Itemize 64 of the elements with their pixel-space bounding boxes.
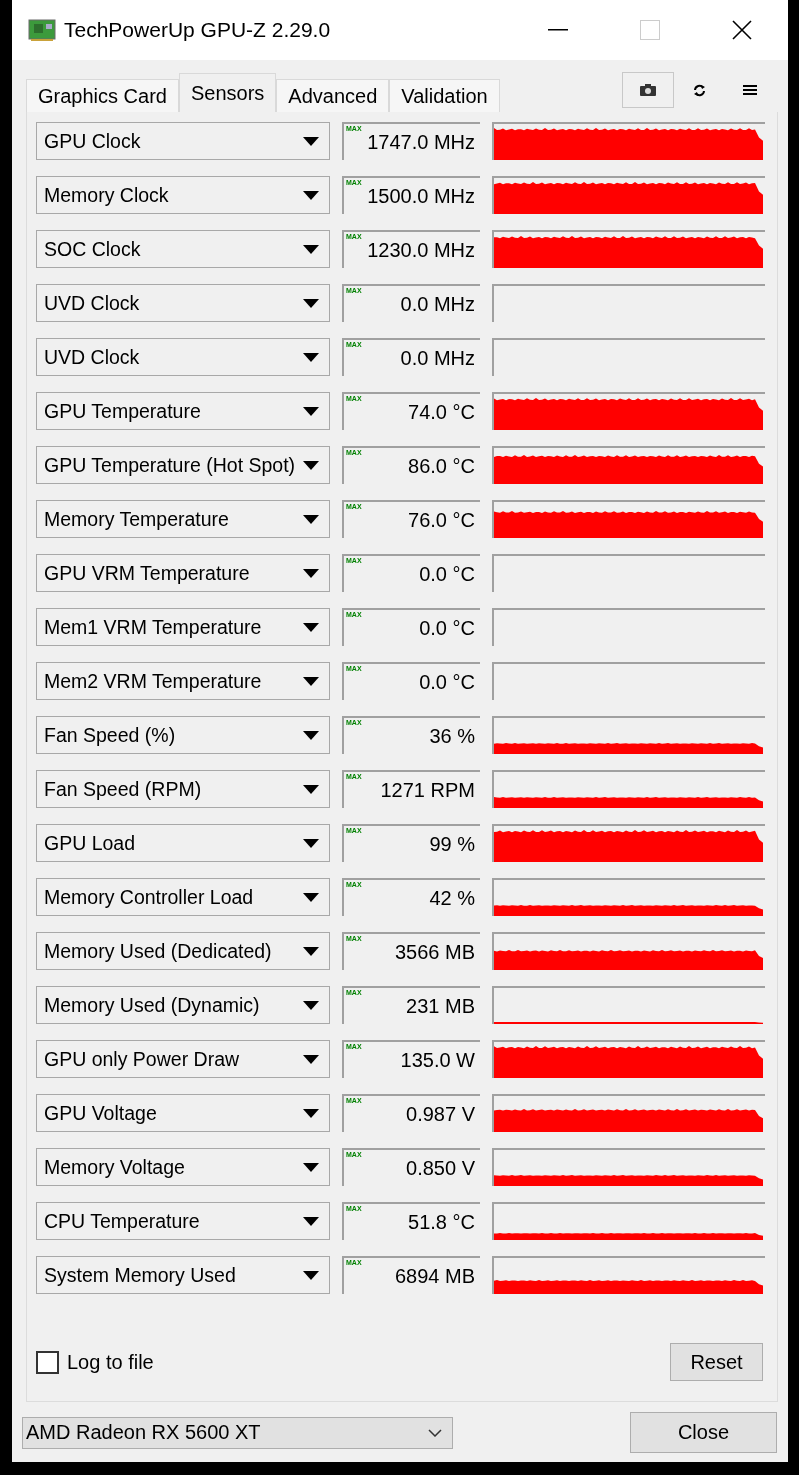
caret-icon — [303, 946, 319, 956]
sensor-dropdown[interactable]: CPU Temperature — [36, 1202, 330, 1240]
minimize-icon — [548, 29, 568, 31]
sensor-dropdown[interactable]: GPU Voltage — [36, 1094, 330, 1132]
caret-icon — [303, 622, 319, 632]
sensor-dropdown[interactable]: Memory Temperature — [36, 500, 330, 538]
log-to-file-checkbox[interactable]: Log to file — [36, 1350, 154, 1374]
sensor-dropdown[interactable]: Memory Controller Load — [36, 878, 330, 916]
device-select[interactable]: AMD Radeon RX 5600 XT — [22, 1416, 453, 1449]
caret-icon — [303, 1108, 319, 1118]
maximize-icon — [640, 20, 660, 40]
refresh-icon — [692, 83, 706, 97]
sensor-dropdown[interactable]: GPU Temperature — [36, 392, 330, 430]
caret-icon — [303, 676, 319, 686]
sensor-dropdown[interactable]: GPU VRM Temperature — [36, 554, 330, 592]
camera-icon — [640, 84, 656, 96]
sensor-dropdown[interactable]: Fan Speed (%) — [36, 716, 330, 754]
caret-icon — [303, 460, 319, 470]
checkbox-label: Log to file — [67, 1350, 154, 1374]
sensor-dropdown[interactable]: Memory Clock — [36, 176, 330, 214]
caret-icon — [303, 1000, 319, 1010]
tab[interactable]: Advanced — [276, 79, 390, 112]
checkbox[interactable] — [36, 1350, 59, 1374]
sensor-dropdown[interactable]: Memory Used (Dynamic) — [36, 986, 330, 1024]
close-icon — [732, 20, 752, 40]
sensor-dropdown[interactable]: GPU only Power Draw — [36, 1040, 330, 1078]
sensor-dropdown[interactable]: Mem1 VRM Temperature — [36, 608, 330, 646]
caret-icon — [303, 298, 319, 308]
caret-icon — [303, 838, 319, 848]
sensor-dropdown[interactable]: Memory Used (Dedicated) — [36, 932, 330, 970]
sensor-dropdown[interactable]: Mem2 VRM Temperature — [36, 662, 330, 700]
caret-icon — [303, 784, 319, 794]
caret-icon — [303, 136, 319, 146]
caret-icon — [303, 406, 319, 416]
sensor-dropdown[interactable]: UVD Clock — [36, 284, 330, 322]
tab[interactable]: Sensors — [178, 73, 277, 112]
sensor-dropdown[interactable]: GPU Load — [36, 824, 330, 862]
menu-icon — [743, 84, 757, 96]
tab[interactable]: Graphics Card — [26, 79, 179, 112]
caret-icon — [303, 1216, 319, 1226]
chevron-down-icon — [428, 1428, 442, 1437]
sensor-dropdown[interactable]: GPU Clock — [36, 122, 330, 160]
graphics-card-icon — [28, 18, 56, 42]
screenshot-button[interactable] — [622, 72, 674, 108]
window-title: TechPowerUp GPU-Z 2.29.0 — [64, 18, 332, 42]
reset-button[interactable]: Reset — [670, 1343, 763, 1381]
close-button[interactable]: Close — [630, 1412, 777, 1453]
caret-icon — [303, 1054, 319, 1064]
caret-icon — [303, 892, 319, 902]
caret-icon — [303, 244, 319, 254]
caret-icon — [303, 1162, 319, 1172]
caret-icon — [303, 1270, 319, 1280]
sensor-dropdown[interactable]: Fan Speed (RPM) — [36, 770, 330, 808]
caret-icon — [303, 190, 319, 200]
caret-icon — [303, 568, 319, 578]
caret-icon — [303, 352, 319, 362]
sensor-dropdown[interactable]: GPU Temperature (Hot Spot) — [36, 446, 330, 484]
sensor-dropdown[interactable]: SOC Clock — [36, 230, 330, 268]
caret-icon — [303, 514, 319, 524]
sensor-dropdown[interactable]: System Memory Used — [36, 1256, 330, 1294]
caret-icon — [303, 730, 319, 740]
sensor-dropdown[interactable]: UVD Clock — [36, 338, 330, 376]
tab[interactable]: Validation — [389, 79, 500, 112]
sensor-dropdown[interactable]: Memory Voltage — [36, 1148, 330, 1186]
